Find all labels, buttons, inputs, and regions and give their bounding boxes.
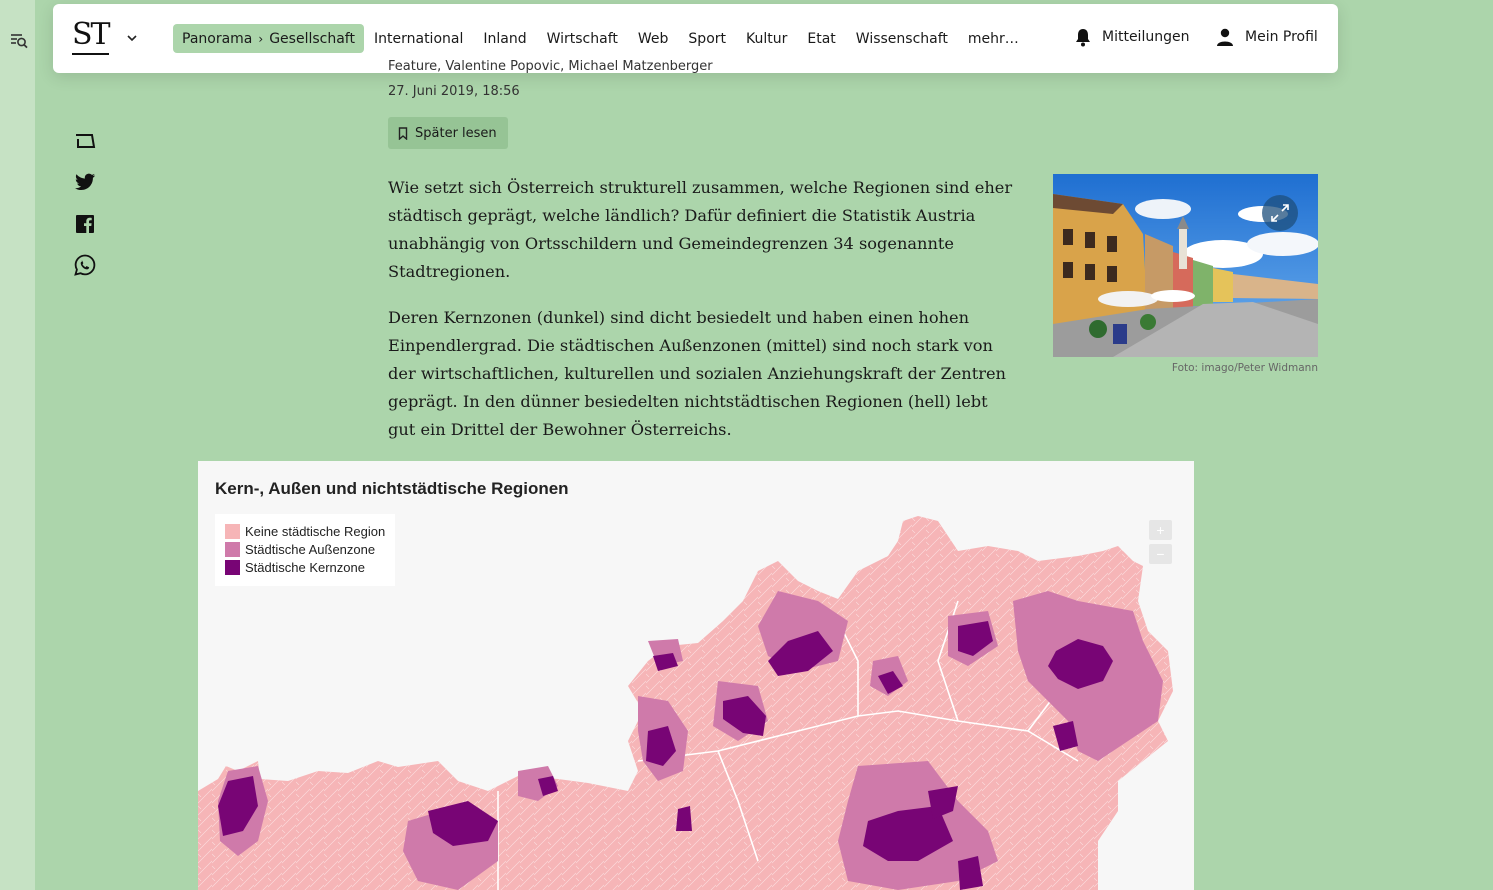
article-byline: Feature, Valentine Popovic, Michael Matz…	[388, 59, 713, 73]
nav-wissenschaft[interactable]: Wissenschaft	[856, 27, 948, 51]
article-paragraph: Deren Kernzonen (dunkel) sind dicht besi…	[388, 308, 1006, 439]
nav-web[interactable]: Web	[638, 27, 669, 51]
breadcrumb-subsection[interactable]: Gesellschaft	[269, 31, 355, 47]
legend-swatch	[225, 559, 240, 575]
map-title: Kern-, Außen und nichtstädtische Regione…	[215, 479, 569, 498]
article-date: 27. Juni 2019, 18:56	[388, 84, 520, 99]
nav-inland[interactable]: Inland	[483, 27, 526, 51]
twitter-icon[interactable]	[73, 170, 97, 194]
user-icon	[1217, 28, 1233, 46]
legend-label: Städtische Außenzone	[245, 541, 376, 557]
profile-label: Mein Profil	[1245, 29, 1318, 45]
article-paragraph: Wie setzt sich Österreich strukturell zu…	[388, 178, 1013, 281]
read-later-button[interactable]: Später lesen	[388, 117, 508, 149]
whatsapp-icon[interactable]	[73, 253, 97, 277]
nav-etat[interactable]: Etat	[807, 27, 835, 51]
legend-swatch	[225, 541, 240, 557]
facebook-icon[interactable]	[73, 212, 97, 236]
search-list-icon[interactable]	[9, 31, 29, 51]
nav-sport[interactable]: Sport	[688, 27, 726, 51]
legend-label: Keine städtische Region	[245, 523, 386, 539]
bell-icon	[1076, 29, 1090, 47]
zoom-out-button[interactable]: −	[1149, 544, 1172, 564]
town-photo[interactable]	[1053, 174, 1318, 357]
read-later-label: Später lesen	[415, 125, 497, 141]
left-rail	[0, 0, 35, 890]
speech-bubble-icon[interactable]	[73, 128, 97, 152]
main-nav: International Inland Wirtschaft Web Spor…	[374, 27, 1019, 51]
profile-button[interactable]: Mein Profil	[1215, 27, 1318, 47]
nav-wirtschaft[interactable]: Wirtschaft	[547, 27, 618, 51]
map-legend: Keine städtische Region Städtische Außen…	[215, 514, 395, 586]
nav-international[interactable]: International	[374, 27, 463, 51]
breadcrumb-section[interactable]: Panorama	[182, 31, 252, 47]
legend-label: Städtische Kernzone	[245, 559, 365, 575]
notifications-button[interactable]: Mitteilungen	[1074, 27, 1189, 47]
expand-button[interactable]	[1262, 195, 1298, 231]
chevron-down-icon[interactable]	[127, 34, 137, 42]
legend-item-non-urban: Keine städtische Region	[225, 522, 395, 540]
logo[interactable]: ST	[72, 18, 111, 55]
map-card: Kern-, Außen und nichtstädtische Regione…	[198, 461, 1194, 890]
breadcrumb-separator: ›	[258, 31, 264, 46]
nav-kultur[interactable]: Kultur	[746, 27, 787, 51]
photo-credit: Foto: imago/Peter Widmann	[1171, 362, 1318, 374]
bookmark-icon	[398, 126, 408, 140]
nav-more[interactable]: mehr…	[968, 27, 1019, 51]
zoom-in-button[interactable]: +	[1149, 520, 1172, 540]
legend-item-core-zone: Städtische Kernzone	[225, 558, 395, 576]
breadcrumb: Panorama › Gesellschaft	[173, 24, 364, 53]
legend-item-outer-zone: Städtische Außenzone	[225, 540, 395, 558]
legend-swatch	[225, 523, 240, 539]
notifications-label: Mitteilungen	[1102, 29, 1190, 45]
